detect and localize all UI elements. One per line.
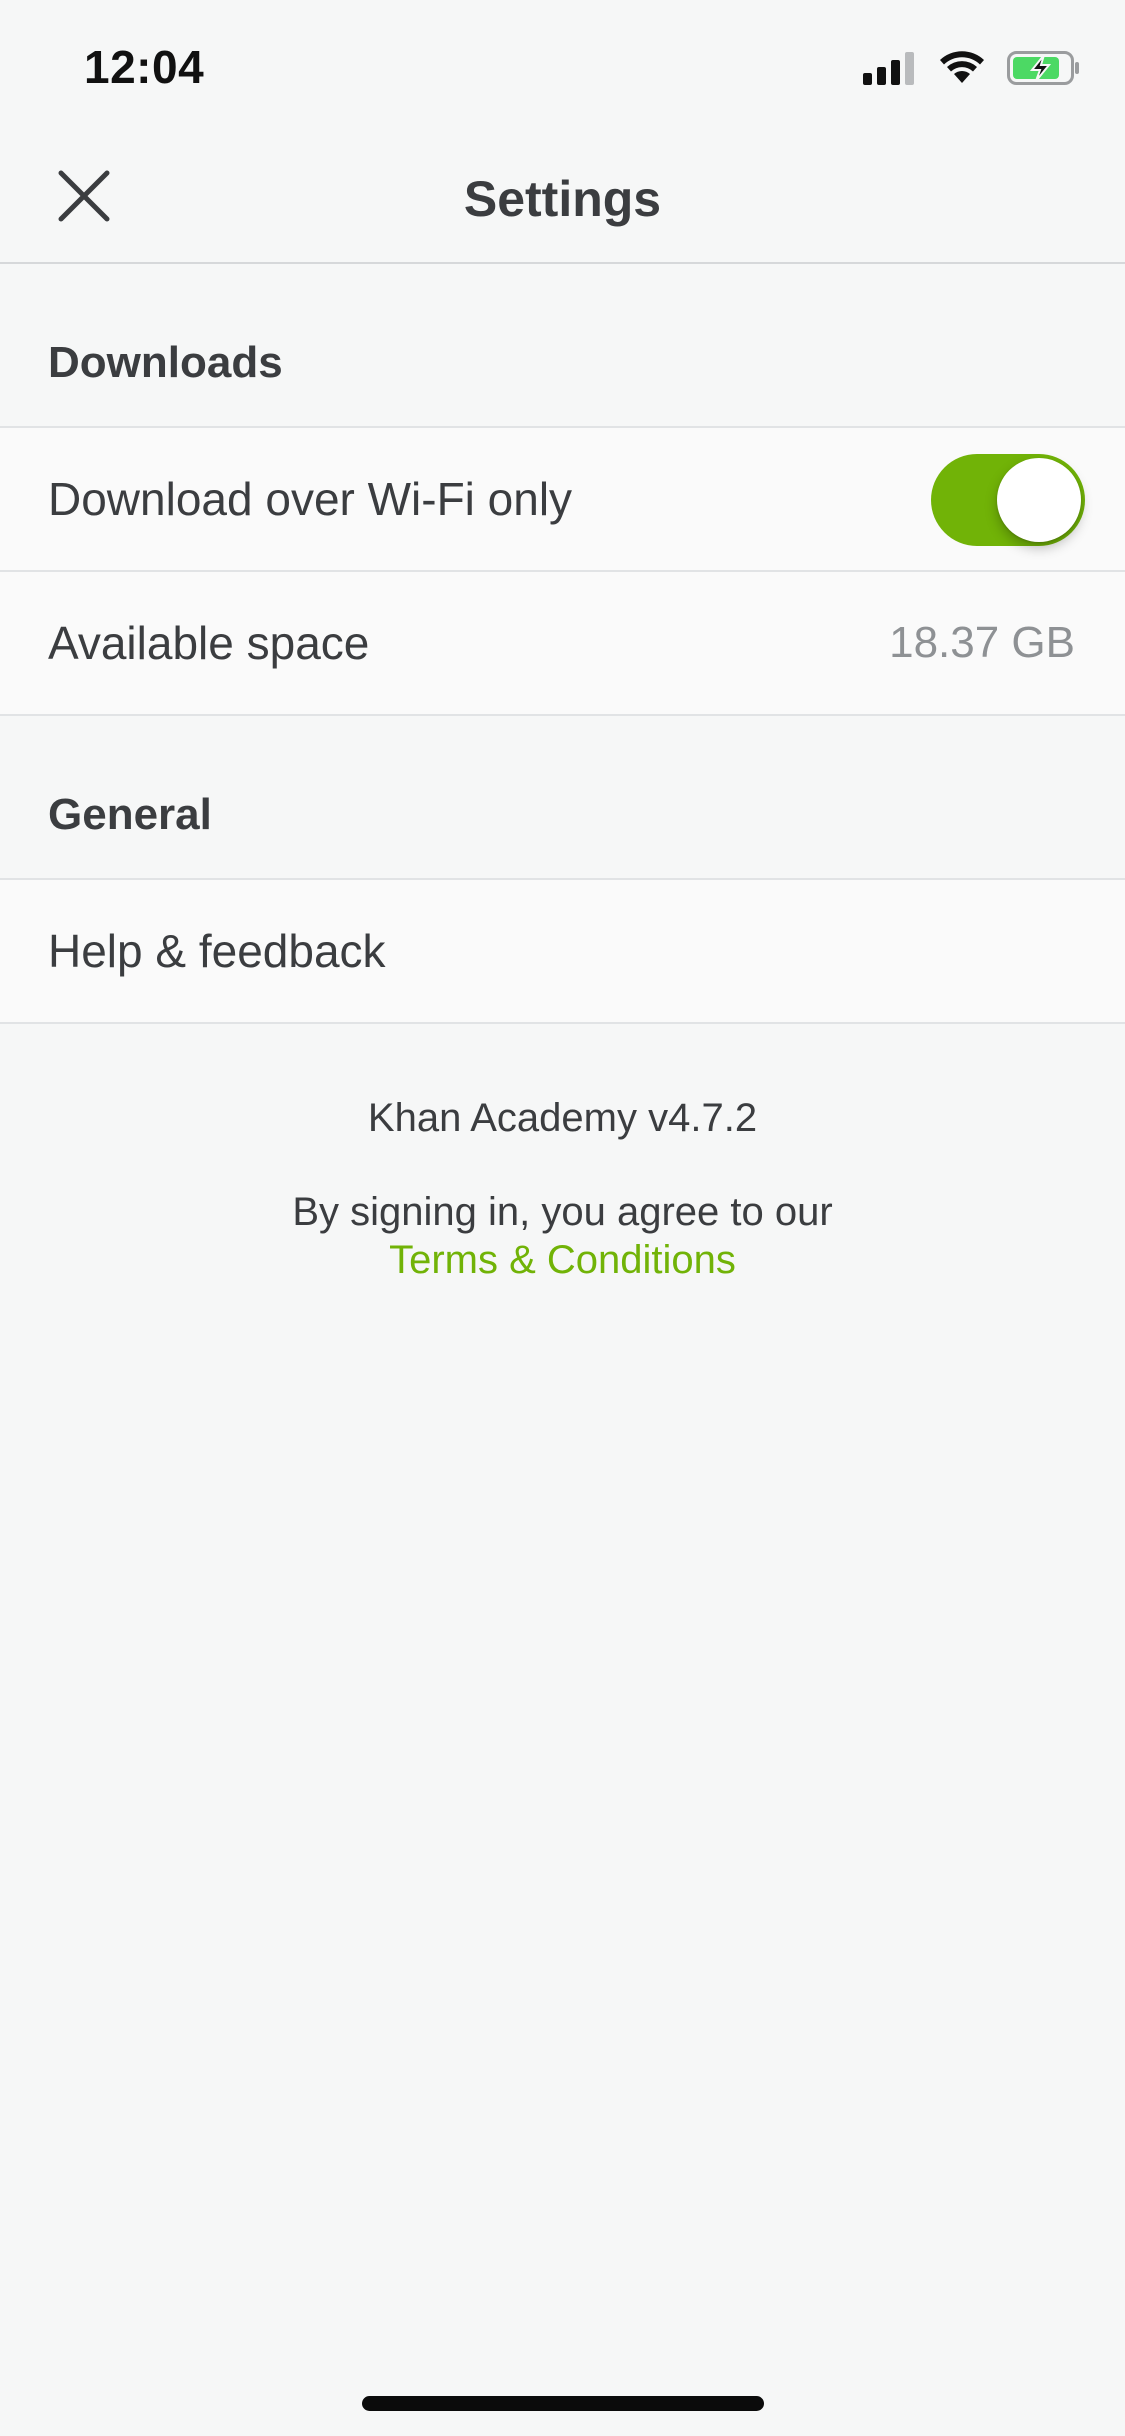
wifi-only-toggle[interactable] <box>931 454 1085 546</box>
section-header-downloads: Downloads <box>0 264 1125 428</box>
home-indicator[interactable] <box>362 2396 764 2411</box>
version-text: Khan Academy v4.7.2 <box>367 1096 758 1140</box>
section-title: Downloads <box>48 338 283 387</box>
cellular-signal-icon <box>863 51 917 90</box>
status-bar: 12:04 <box>0 0 1125 132</box>
toggle-knob <box>997 458 1081 542</box>
available-space-label: Available space <box>48 617 370 669</box>
wifi-icon <box>939 50 985 90</box>
section-header-general: General <box>0 716 1125 880</box>
help-feedback-label: Help & feedback <box>48 925 386 977</box>
available-space-value: 18.37 GB <box>889 618 1075 667</box>
nav-header: Settings <box>0 132 1125 264</box>
help-feedback-row[interactable]: Help & feedback <box>0 880 1125 1024</box>
wifi-only-label: Download over Wi-Fi only <box>48 473 573 525</box>
battery-charging-icon <box>1007 50 1081 91</box>
status-icons <box>863 50 1081 90</box>
available-space-row: Available space 18.37 GB <box>0 572 1125 716</box>
status-time: 12:04 <box>84 41 205 93</box>
page-title: Settings <box>463 171 662 227</box>
agree-text: By signing in, you agree to our <box>292 1190 833 1234</box>
wifi-only-row: Download over Wi-Fi only <box>0 428 1125 572</box>
section-title: General <box>48 790 212 839</box>
terms-conditions-link[interactable]: Terms & Conditions <box>0 1238 1125 1283</box>
